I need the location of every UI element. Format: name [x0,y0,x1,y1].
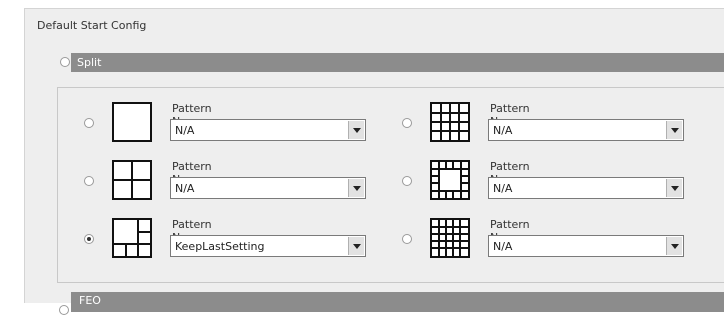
chevron-down-icon[interactable] [348,121,364,139]
chevron-down-icon[interactable] [666,237,682,255]
group-title: Default Start Config [37,19,147,32]
feo-label: FEO [79,294,101,307]
quad-view-icon [112,160,152,200]
grid-5x5-view-icon [430,218,470,258]
chevron-down-icon[interactable] [666,121,682,139]
one-plus-five-view-icon [112,218,152,258]
feo-radio[interactable] [59,305,69,315]
pattern-select-6[interactable]: N/A [488,235,684,257]
pattern-select-value: N/A [493,240,513,253]
split-option-bar[interactable]: Split [71,53,724,72]
feo-option-bar[interactable]: FEO [71,292,724,312]
pattern-radio-5[interactable] [84,234,94,244]
chevron-down-icon[interactable] [348,237,364,255]
split-label: Split [77,56,102,69]
default-start-config-group: Default Start Config Split Pattern Name … [24,8,724,315]
pattern-panel: Pattern Name N/A Pattern Name N/A [57,87,724,283]
pattern-select-value: N/A [175,182,195,195]
pattern-select-4[interactable]: N/A [488,177,684,199]
split-radio[interactable] [60,57,70,67]
pattern-select-value: N/A [493,124,513,137]
pattern-select-value: KeepLastSetting [175,240,265,253]
pattern-radio-3[interactable] [84,176,94,186]
pattern-select-value: N/A [493,182,513,195]
pattern-radio-4[interactable] [402,176,412,186]
chevron-down-icon[interactable] [666,179,682,197]
pattern-select-2[interactable]: N/A [488,119,684,141]
ring-layout-view-icon [430,160,470,200]
single-view-icon [112,102,152,142]
pattern-select-3[interactable]: N/A [170,177,366,199]
pattern-select-value: N/A [175,124,195,137]
chevron-down-icon[interactable] [348,179,364,197]
pattern-radio-6[interactable] [402,234,412,244]
pattern-select-5[interactable]: KeepLastSetting [170,235,366,257]
pattern-select-1[interactable]: N/A [170,119,366,141]
grid-4x4-view-icon [430,102,470,142]
pattern-radio-1[interactable] [84,118,94,128]
pattern-radio-2[interactable] [402,118,412,128]
